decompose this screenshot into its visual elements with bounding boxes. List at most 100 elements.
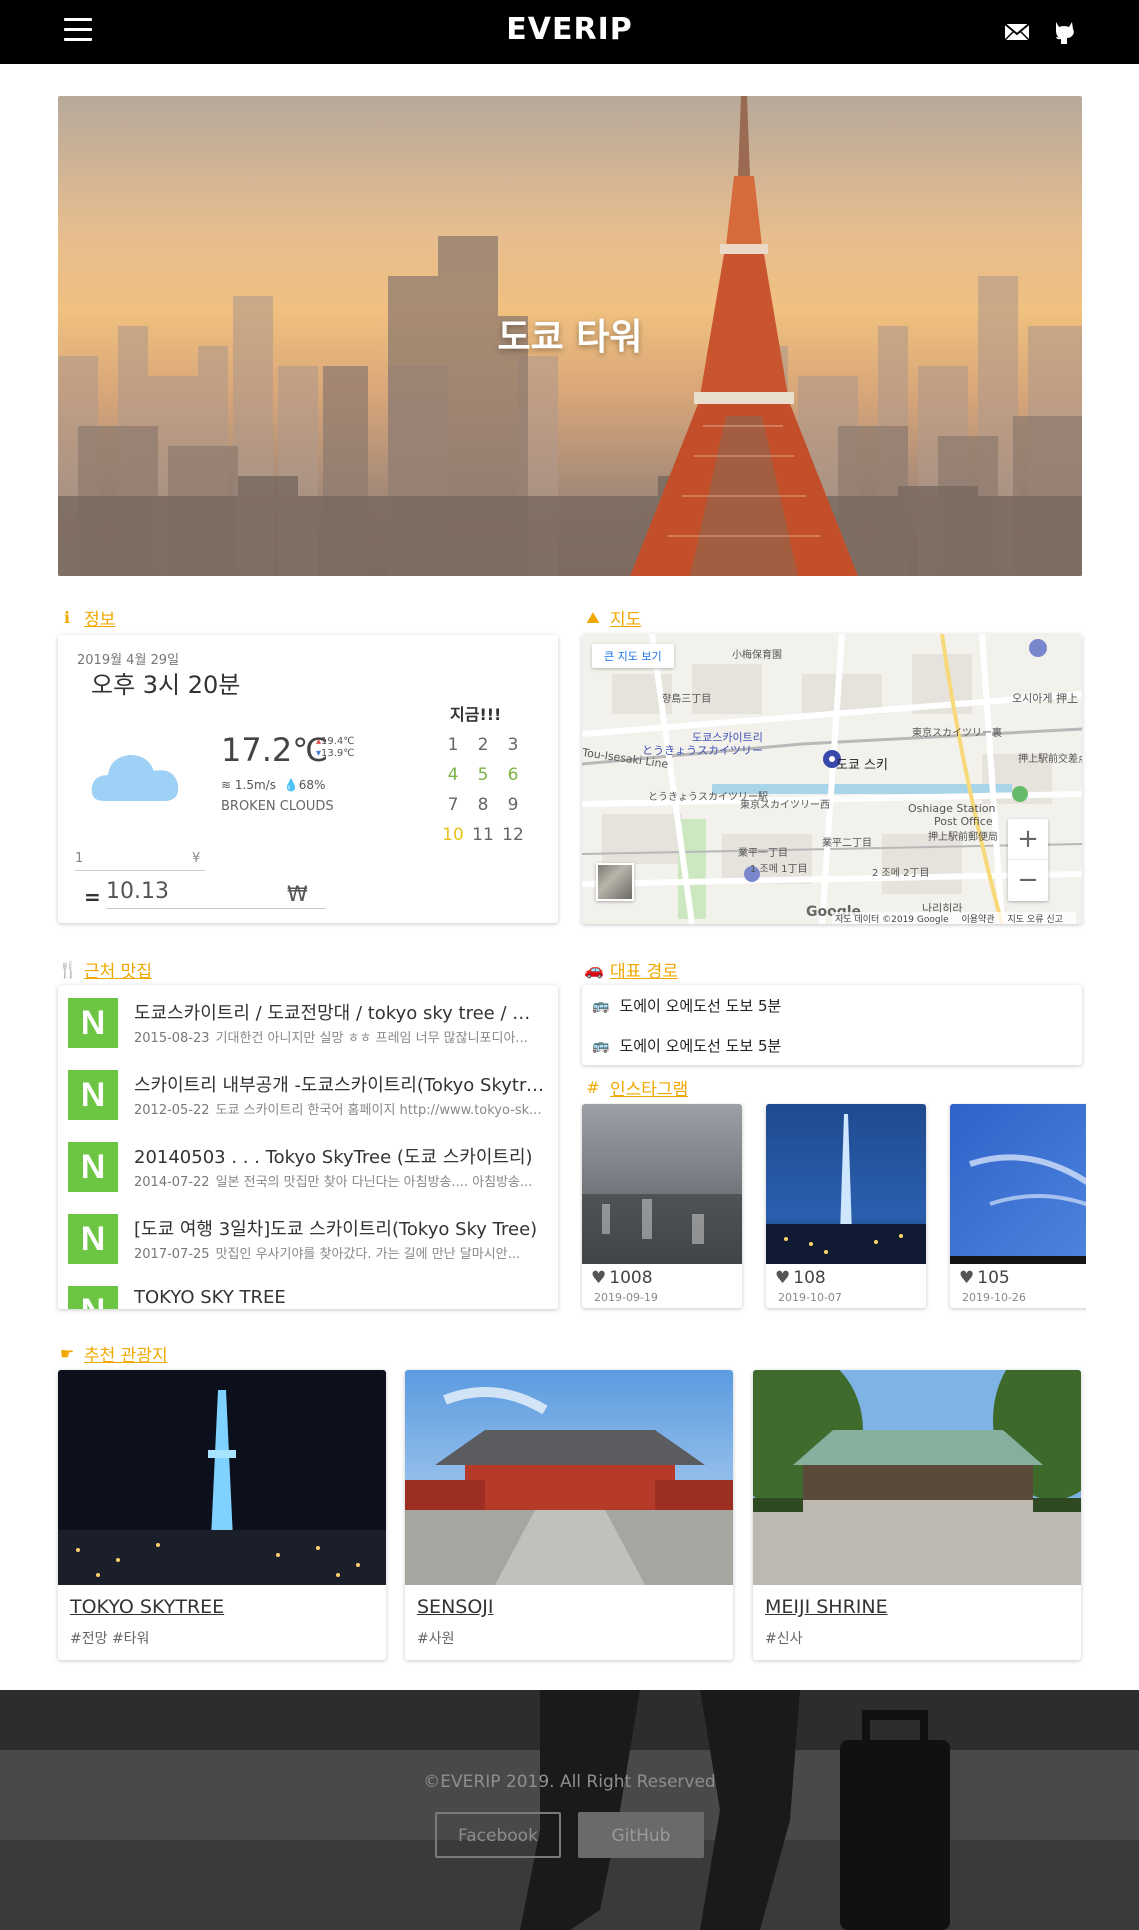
larger-map-button[interactable]: 큰 지도 보기 bbox=[592, 644, 674, 668]
brand-text[interactable]: EVERIP bbox=[506, 12, 632, 47]
satellite-toggle[interactable] bbox=[596, 863, 634, 901]
instagram-carousel[interactable]: ♥ 1008 2019-09-19 ♥ 108 2019-10-07 ♥ 105 20… bbox=[580, 1103, 1086, 1313]
place-tags: #전망 #타워 bbox=[70, 1631, 150, 1647]
copyright-text: ©EVERIP 2019. All Right Reserved bbox=[423, 1772, 716, 1792]
restaurant-title[interactable]: [도쿄 여행 3일차]도쿄 스카이트리(Tokyo Sky Tree) bbox=[134, 1215, 544, 1241]
map-icon: ⛰ bbox=[586, 607, 600, 627]
instagram-post[interactable]: ♥ 105 2019-10-26 bbox=[950, 1104, 1086, 1308]
github-button[interactable]: GitHub bbox=[578, 1812, 704, 1858]
restaurant-title[interactable]: TOKYO SKY TREE bbox=[134, 1287, 544, 1308]
post-date: 2012-05-22 bbox=[134, 1103, 210, 1118]
restaurant-title[interactable]: 도쿄스카이트리 / 도쿄전망대 / tokyo sky tree / 아사쿠사 bbox=[134, 999, 544, 1025]
hour-grid: 1 2 3 4 5 6 7 8 9 10 11 12 bbox=[438, 735, 538, 845]
heart-icon: ♥ bbox=[591, 1268, 607, 1288]
map-label: 향島三丁目 bbox=[662, 694, 712, 705]
restaurants-heading-label[interactable]: 근처 맛집 bbox=[84, 957, 152, 982]
humidity-icon: 💧 bbox=[283, 778, 299, 792]
map-pin-label: 도쿄 스키 bbox=[836, 758, 888, 773]
restaurant-title[interactable]: 20140503 . . . Tokyo SkyTree (도쿄 스카이트리) bbox=[134, 1143, 544, 1169]
info-card: 2019월 4월 29일 오후 3시 20분 17.2℃ ▴19.4℃ ▾13.… bbox=[58, 635, 558, 923]
recommended-card[interactable]: SENSOJI #사원 bbox=[405, 1370, 733, 1660]
list-item[interactable]: N [도쿄 여행 3일차]도쿄 스카이트리(Tokyo Sky Tree) 20… bbox=[68, 1207, 558, 1267]
map-tiles bbox=[582, 634, 1082, 924]
info-heading-label[interactable]: 정보 bbox=[84, 605, 115, 630]
instagram-post[interactable]: ♥ 1008 2019-09-19 bbox=[582, 1104, 742, 1308]
map-report-link[interactable]: 지도 오류 신고 bbox=[1008, 915, 1063, 924]
restaurant-list: N 도쿄스카이트리 / 도쿄전망대 / tokyo sky tree / 아사쿠… bbox=[58, 985, 558, 1309]
hamburger-menu-icon[interactable] bbox=[64, 18, 92, 44]
github-octocat-icon[interactable] bbox=[1050, 18, 1078, 46]
map-label: とうきょうスカイツリー bbox=[642, 744, 763, 757]
route-text: 도에이 오에도선 도보 5분 bbox=[619, 997, 782, 1015]
humidity-value: 68% bbox=[298, 778, 326, 792]
map-label: 押上駅前交差点 bbox=[1018, 754, 1082, 765]
hour-8[interactable]: 8 bbox=[468, 795, 498, 815]
hour-4[interactable]: 4 bbox=[438, 765, 468, 785]
map-heading-label[interactable]: 지도 bbox=[610, 605, 641, 630]
facebook-button[interactable]: Facebook bbox=[435, 1812, 561, 1858]
envelope-icon[interactable] bbox=[1003, 18, 1031, 46]
bus-icon: 🚌 bbox=[592, 997, 610, 1014]
info-icon: ℹ bbox=[63, 608, 71, 627]
naver-blog-icon: N bbox=[68, 1142, 118, 1192]
like-value: 1008 bbox=[609, 1268, 653, 1288]
instagram-photo-city-aerial bbox=[582, 1104, 742, 1264]
meiji-shrine-photo bbox=[753, 1370, 1081, 1585]
instagram-photo-skytree-night bbox=[766, 1104, 926, 1264]
route-item[interactable]: 🚌 도에이 오에도선 도보 5분 bbox=[592, 1035, 781, 1056]
temp-high-value: 19.4℃ bbox=[321, 736, 355, 747]
temp-low: ▾13.9℃ bbox=[316, 748, 355, 759]
route-heading-label[interactable]: 대표 경로 bbox=[610, 957, 678, 982]
hour-6[interactable]: 6 bbox=[498, 765, 528, 785]
hour-5[interactable]: 5 bbox=[468, 765, 498, 785]
snippet-text: 맛집인 우사기야를 찾아갔다. 가는 길에 만난 달마시안... bbox=[215, 1247, 521, 1262]
place-name[interactable]: TOKYO SKYTREE bbox=[70, 1596, 224, 1618]
restaurant-snippet: 2014-07-22 일본 전국의 맛집만 찾아 다닌다는 아침방송.... 아침… bbox=[134, 1171, 544, 1190]
hour-7[interactable]: 7 bbox=[438, 795, 468, 815]
recommended-card[interactable]: TOKYO SKYTREE #전망 #타워 bbox=[58, 1370, 386, 1660]
map-label: Oshiage Station bbox=[908, 802, 996, 815]
place-name[interactable]: SENSOJI bbox=[417, 1596, 494, 1618]
hour-11[interactable]: 11 bbox=[468, 825, 498, 845]
route-list: 🚌 도에이 오에도선 도보 5분 🚌 도에이 오에도선 도보 5분 bbox=[582, 985, 1082, 1065]
restaurants-heading: 🍴 근처 맛집 bbox=[58, 957, 152, 982]
instagram-post[interactable]: ♥ 108 2019-10-07 bbox=[766, 1104, 926, 1308]
wind-speed: 1.5m/s bbox=[234, 778, 276, 792]
list-item[interactable]: N 도쿄스카이트리 / 도쿄전망대 / tokyo sky tree / 아사쿠… bbox=[68, 991, 558, 1051]
zoom-out-button[interactable]: − bbox=[1008, 860, 1048, 901]
hour-10[interactable]: 10 bbox=[438, 825, 468, 845]
route-item[interactable]: 🚌 도에이 오에도선 도보 5분 bbox=[592, 995, 781, 1016]
route-text: 도에이 오에도선 도보 5분 bbox=[619, 1037, 782, 1055]
bus-icon: 🚌 bbox=[592, 1037, 610, 1054]
hour-9[interactable]: 9 bbox=[498, 795, 528, 815]
instagram-heading-label[interactable]: 인스타그램 bbox=[610, 1075, 688, 1100]
list-item[interactable]: N 스카이트리 내부공개 -도쿄스카이트리(Tokyo Skytree) 201… bbox=[68, 1063, 558, 1123]
like-value: 105 bbox=[977, 1268, 1010, 1288]
place-tags: #사원 bbox=[417, 1631, 455, 1647]
recommended-card[interactable]: MEIJI SHRINE #신사 bbox=[753, 1370, 1081, 1660]
hour-2[interactable]: 2 bbox=[468, 735, 498, 755]
google-map[interactable]: 큰 지도 보기 도쿄스카이트리 とうきょうスカイツリー Oshiage Stat… bbox=[582, 634, 1082, 924]
map-footer: 지도 데이터 ©2019 Google 이용약관 지도 오류 신고 bbox=[832, 912, 1076, 924]
instagram-heading: # 인스타그램 bbox=[584, 1075, 688, 1100]
recommended-heading-label[interactable]: 추천 관광지 bbox=[84, 1341, 168, 1366]
temp-high: ▴19.4℃ bbox=[316, 736, 355, 747]
list-item[interactable]: N 20140503 . . . Tokyo SkyTree (도쿄 스카이트리… bbox=[68, 1135, 558, 1195]
footer: ©EVERIP 2019. All Right Reserved Faceboo… bbox=[0, 1690, 1139, 1930]
zoom-in-button[interactable]: + bbox=[1008, 819, 1048, 860]
restaurant-title[interactable]: 스카이트리 내부공개 -도쿄스카이트리(Tokyo Skytree) bbox=[134, 1071, 544, 1097]
hour-1[interactable]: 1 bbox=[438, 735, 468, 755]
hour-3[interactable]: 3 bbox=[498, 735, 528, 755]
post-date: 2019-09-19 bbox=[594, 1291, 658, 1304]
top-navbar: EVERIP bbox=[0, 0, 1139, 64]
map-label: 2 조메 2丁目 bbox=[872, 868, 930, 879]
map-terms-link[interactable]: 이용약관 bbox=[962, 915, 995, 924]
place-name[interactable]: MEIJI SHRINE bbox=[765, 1596, 888, 1618]
hour-12[interactable]: 12 bbox=[498, 825, 528, 845]
list-item[interactable]: N TOKYO SKY TREE bbox=[68, 1279, 558, 1309]
temperature: 17.2℃ bbox=[221, 731, 329, 769]
brand-logo: EVERIP bbox=[0, 12, 1139, 47]
currency-input[interactable] bbox=[75, 851, 205, 871]
skytree-night-photo bbox=[58, 1370, 386, 1585]
snippet-text: 일본 전국의 맛집만 찾아 다닌다는 아침방송.... 아침방송... bbox=[215, 1175, 533, 1190]
